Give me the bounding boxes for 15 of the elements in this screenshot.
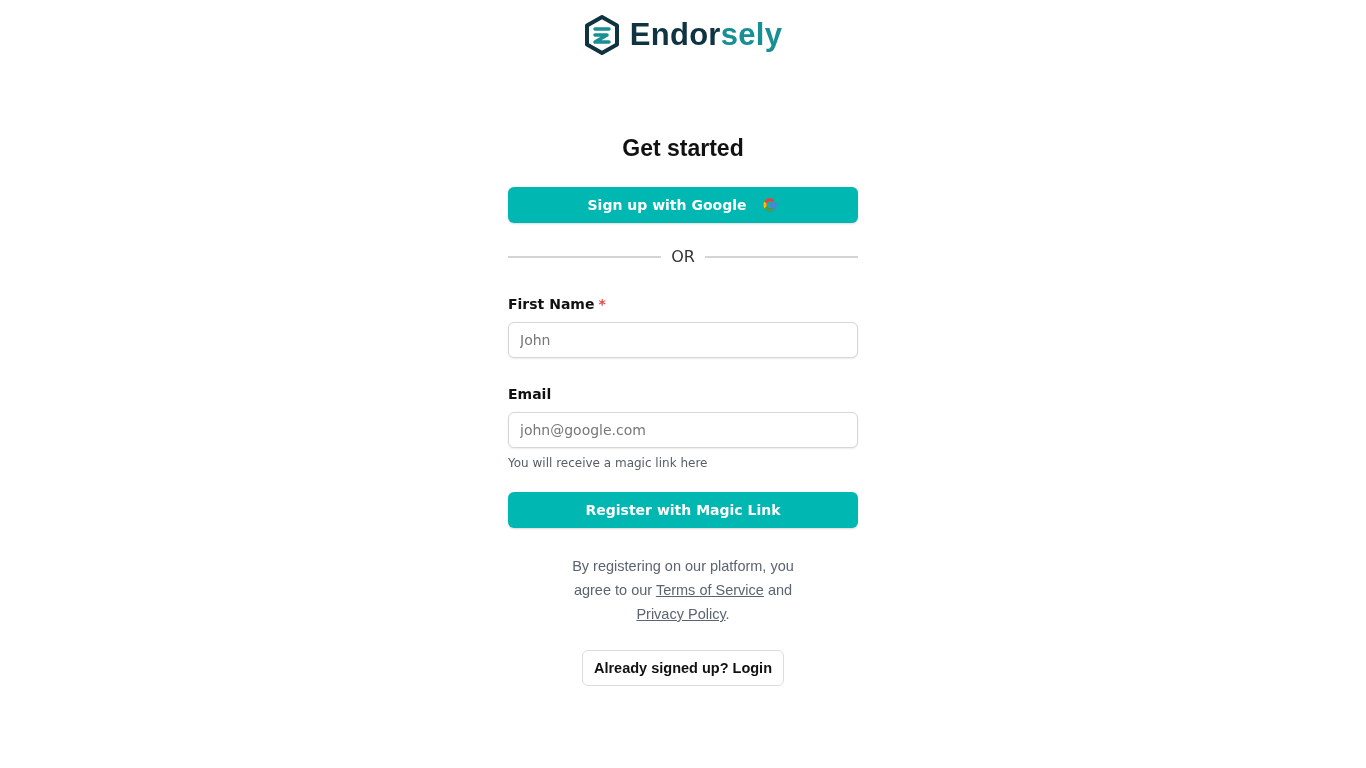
input-field[interactable]: john@google.com — [508, 412, 858, 448]
field-label: First Name — [508, 296, 595, 312]
brand-name: Endorsely — [629, 17, 783, 53]
field-label: Email — [508, 386, 552, 402]
terms-link[interactable]: Terms of Service — [655, 582, 764, 598]
required-mark: * — [598, 296, 606, 312]
terms-link[interactable]: Privacy Policy — [636, 606, 726, 622]
login-button[interactable]: Already signed up? Login — [581, 650, 784, 686]
google-icon — [762, 197, 779, 213]
field-hint: You will receive a magic link here — [508, 456, 709, 470]
terms-text: By registering on our platform, you agree to our Terms of Service and Privacy Policy. — [571, 557, 795, 624]
input-field[interactable]: John — [508, 322, 858, 358]
divider-text: OR — [671, 247, 695, 266]
page-heading: Get started — [621, 135, 745, 162]
hexagon-logo-icon — [583, 15, 620, 55]
